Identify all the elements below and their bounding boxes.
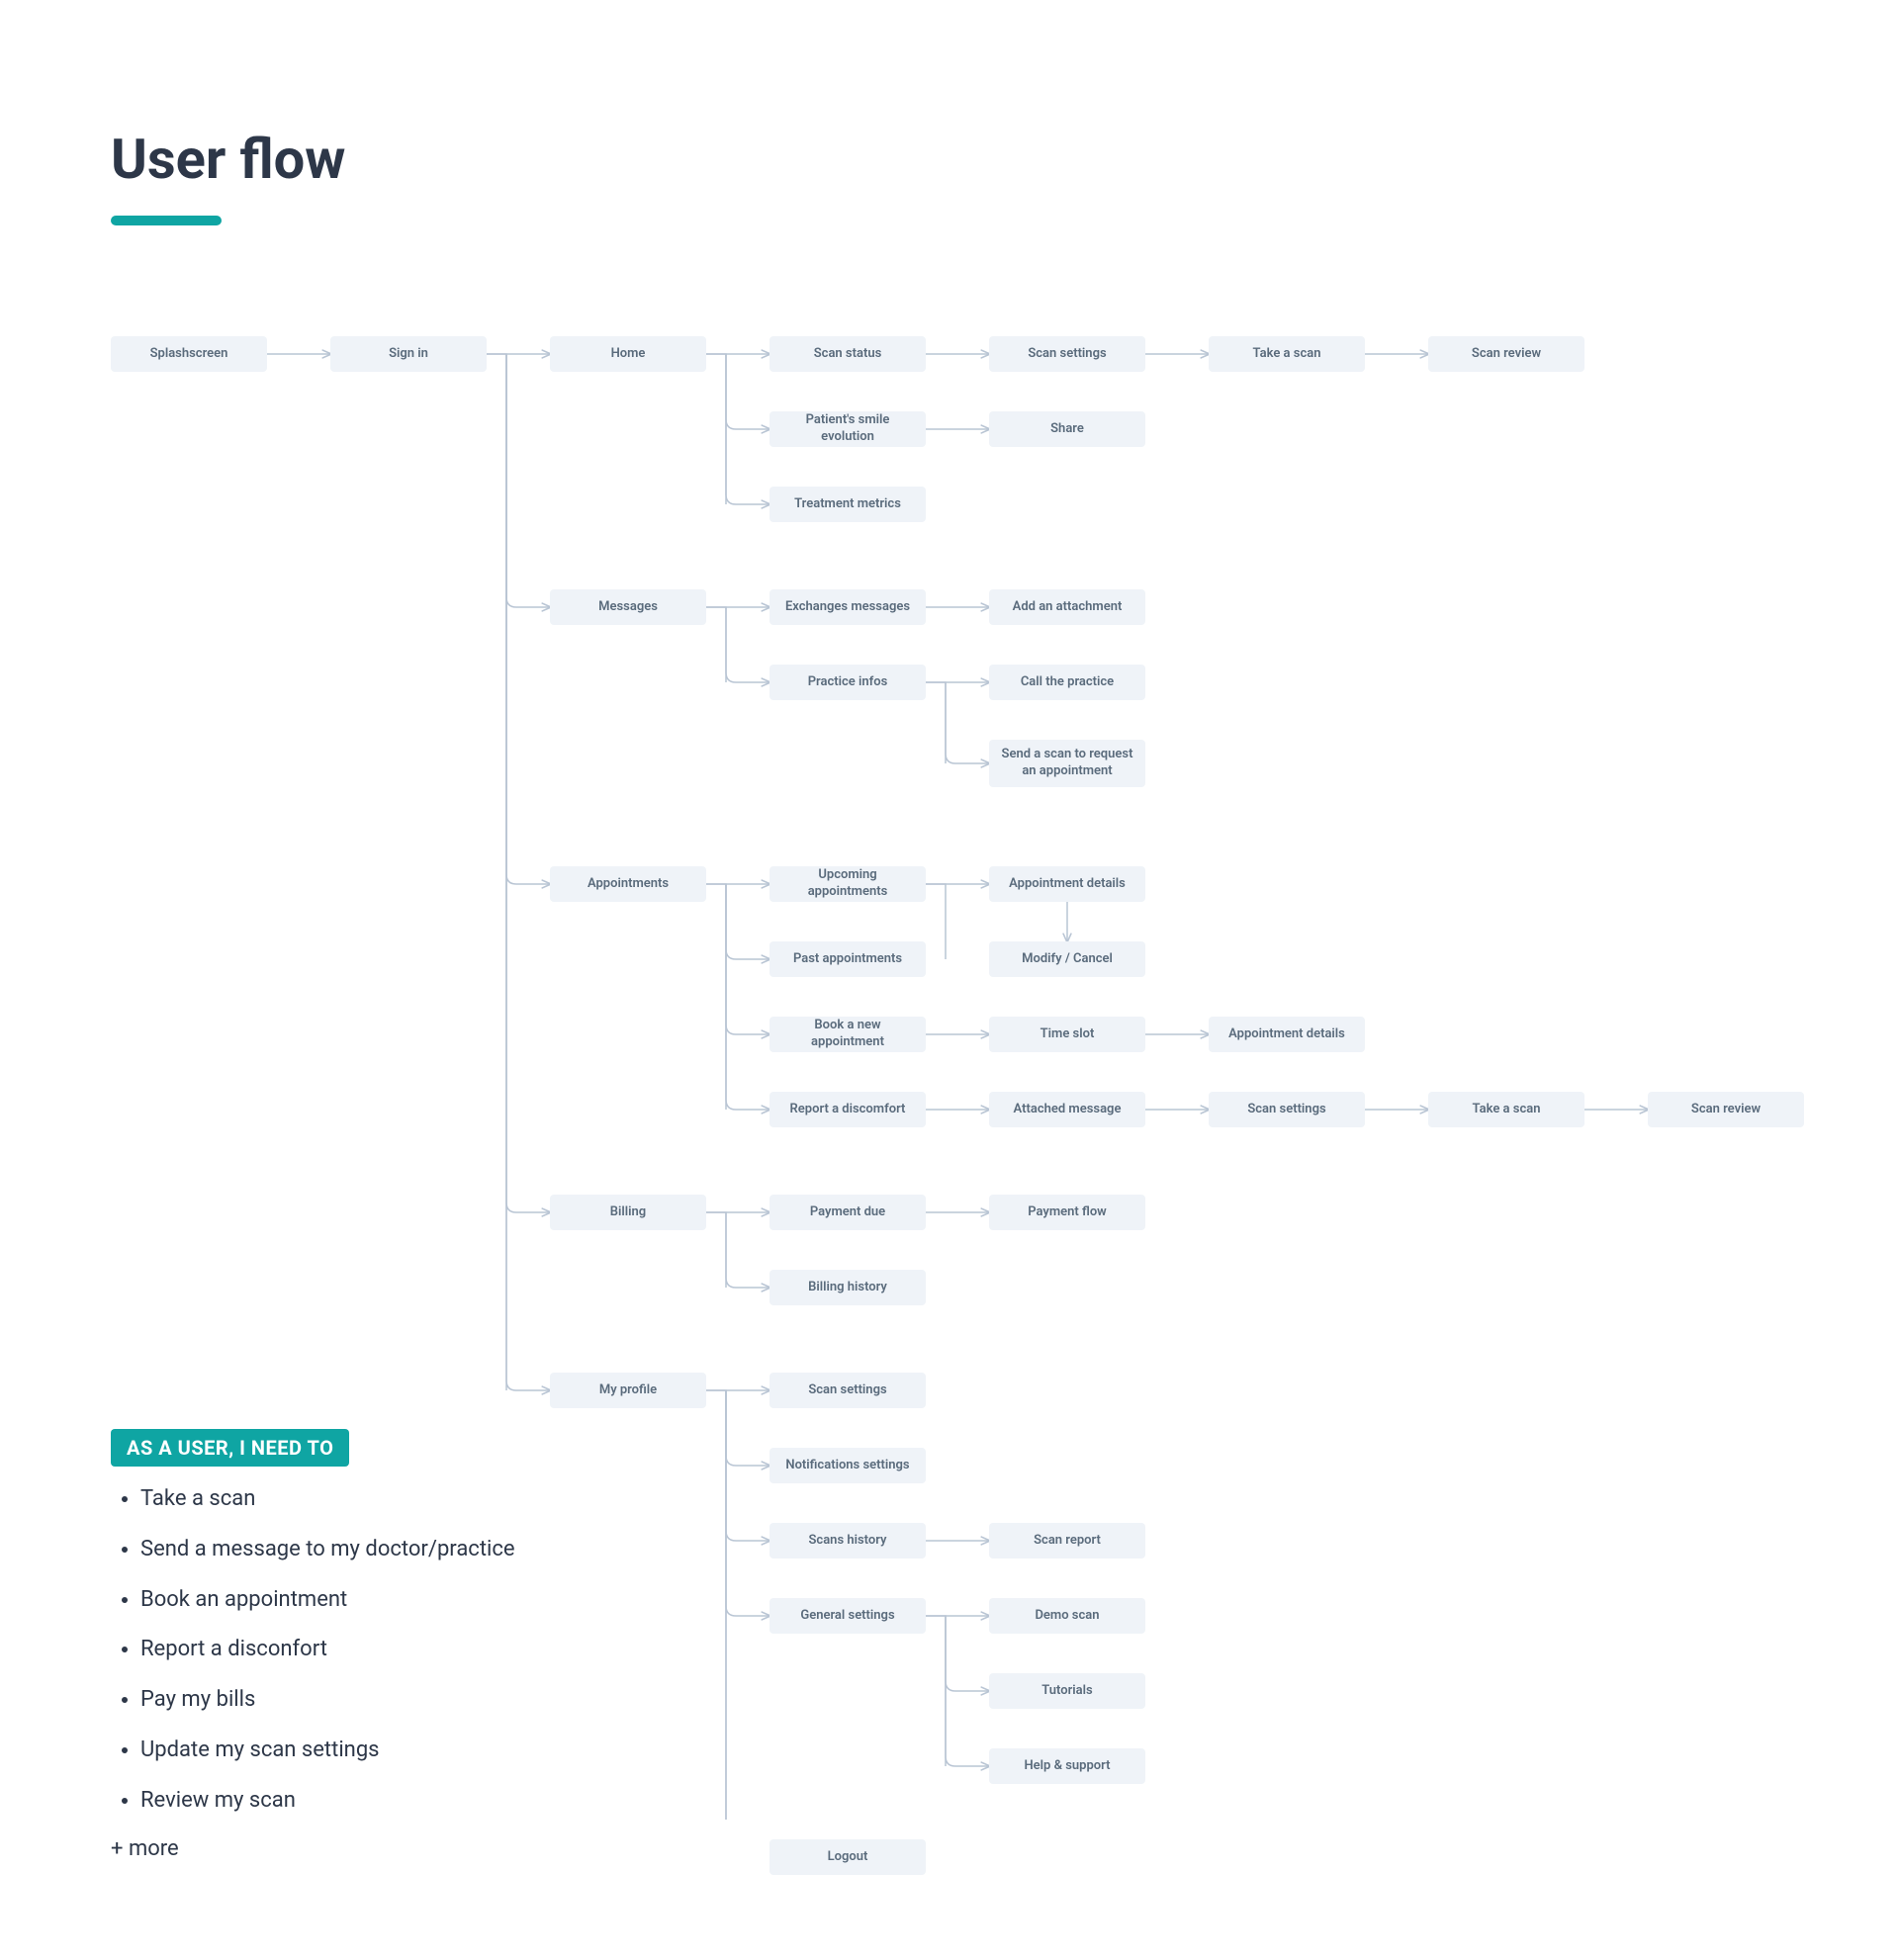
user-need-item: Pay my bills (140, 1685, 704, 1716)
user-need-item: Send a message to my doctor/practice (140, 1535, 704, 1565)
user-need-item: Book an appointment (140, 1585, 704, 1616)
flow-node-notifications-settings: Notifications settings (769, 1448, 926, 1483)
flow-node-smile-evolution: Patient's smile evolution (769, 411, 926, 447)
user-needs: AS A USER, I NEED TO Take a scan Send a m… (111, 1429, 704, 1861)
flow-node-signin: Sign in (330, 336, 487, 372)
flow-node-demo-scan: Demo scan (989, 1598, 1145, 1634)
flow-node-tutorials: Tutorials (989, 1673, 1145, 1709)
flow-node-book-new-appointment: Book a new appointment (769, 1017, 926, 1052)
flow-node-treatment-metrics: Treatment metrics (769, 487, 926, 522)
flow-node-time-slot: Time slot (989, 1017, 1145, 1052)
flow-node-scan-status: Scan status (769, 336, 926, 372)
flow-node-exchanges-messages: Exchanges messages (769, 589, 926, 625)
flow-node-practice-infos: Practice infos (769, 665, 926, 700)
flow-node-appointments: Appointments (550, 866, 706, 902)
flow-node-take-a-scan2: Take a scan (1428, 1092, 1584, 1127)
flow-node-attached-message: Attached message (989, 1092, 1145, 1127)
flow-node-take-a-scan: Take a scan (1209, 336, 1365, 372)
flow-node-my-profile: My profile (550, 1373, 706, 1408)
flow-node-scan-review2: Scan review (1648, 1092, 1804, 1127)
flow-node-logout: Logout (769, 1839, 926, 1875)
user-need-item: Update my scan settings (140, 1736, 704, 1766)
flow-node-splashscreen: Splashscreen (111, 336, 267, 372)
flow-node-scans-history: Scans history (769, 1523, 926, 1559)
title-underline (111, 216, 222, 225)
user-need-item: Review my scan (140, 1786, 704, 1817)
flow-node-share: Share (989, 411, 1145, 447)
flow-node-scan-report: Scan report (989, 1523, 1145, 1559)
flow-node-payment-due: Payment due (769, 1195, 926, 1230)
flow-node-general-settings: General settings (769, 1598, 926, 1634)
flow-node-appointment-details: Appointment details (989, 866, 1145, 902)
flow-node-add-attachment: Add an attachment (989, 589, 1145, 625)
flow-node-upcoming-appointments: Upcoming appointments (769, 866, 926, 902)
flow-node-billing: Billing (550, 1195, 706, 1230)
flow-node-payment-flow: Payment flow (989, 1195, 1145, 1230)
flow-node-call-practice: Call the practice (989, 665, 1145, 700)
user-need-item: Report a disconfort (140, 1635, 704, 1665)
user-need-item: Take a scan (140, 1484, 704, 1515)
flow-node-send-scan-request: Send a scan to request an appointment (989, 740, 1145, 787)
flow-node-scan-settings2: Scan settings (1209, 1092, 1365, 1127)
flow-node-past-appointments: Past appointments (769, 941, 926, 977)
user-needs-more: + more (111, 1836, 704, 1861)
flow-node-appointment-details2: Appointment details (1209, 1017, 1365, 1052)
flow-node-scan-settings3: Scan settings (769, 1373, 926, 1408)
user-needs-badge: AS A USER, I NEED TO (111, 1429, 349, 1467)
flow-node-modify-cancel: Modify / Cancel (989, 941, 1145, 977)
flow-node-scan-review: Scan review (1428, 336, 1584, 372)
page-title: User flow (111, 127, 345, 192)
flow-node-home: Home (550, 336, 706, 372)
flow-node-billing-history: Billing history (769, 1270, 926, 1305)
flow-node-messages: Messages (550, 589, 706, 625)
user-needs-list: Take a scan Send a message to my doctor/p… (111, 1484, 704, 1817)
flow-node-help-support: Help & support (989, 1748, 1145, 1784)
flow-node-scan-settings: Scan settings (989, 336, 1145, 372)
flow-node-report-discomfort: Report a discomfort (769, 1092, 926, 1127)
